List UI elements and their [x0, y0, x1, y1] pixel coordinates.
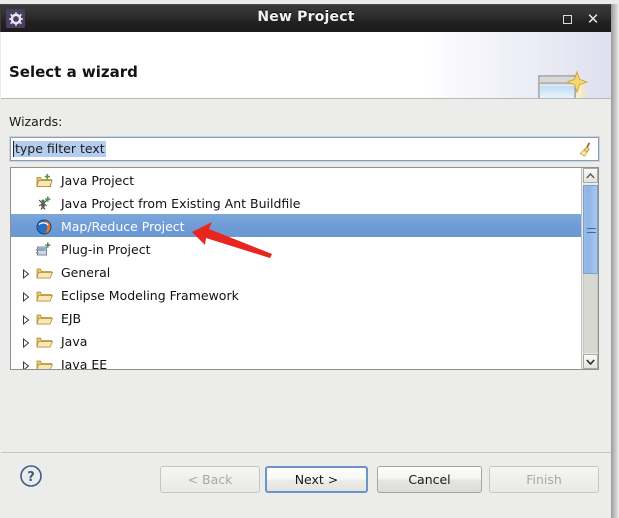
list-item-label: Java Project [60, 173, 135, 188]
list-item[interactable]: Java Project from Existing Ant Buildfile [11, 191, 581, 214]
help-question-icon[interactable]: ? [19, 464, 43, 488]
scrollbar-thumb[interactable] [583, 185, 598, 274]
tree-category-label: Java EE [60, 357, 108, 369]
scroll-up-icon[interactable] [583, 168, 598, 183]
java-project-icon [36, 173, 54, 189]
dialog-body: Wizards: type filter text Java Project J… [1, 99, 611, 452]
close-glyph: ✕ [586, 9, 600, 28]
list-item-selected[interactable]: Map/Reduce Project [11, 214, 581, 237]
folder-icon [36, 334, 54, 350]
filter-input-value: type filter text [14, 141, 106, 157]
chevron-right-icon[interactable] [19, 261, 32, 284]
window-title: New Project [257, 9, 355, 25]
window-drop-shadow [611, 4, 619, 518]
filter-input[interactable]: type filter text [10, 137, 599, 161]
chevron-right-icon[interactable] [19, 330, 32, 353]
list-item-label: Java Project from Existing Ant Buildfile [60, 196, 301, 211]
cancel-button[interactable]: Cancel [377, 466, 482, 493]
map-reduce-icon [36, 219, 54, 235]
broom-icon[interactable] [577, 141, 594, 158]
folder-icon [36, 265, 54, 281]
title-bar[interactable]: New Project ✕ [0, 4, 611, 32]
chevron-right-icon[interactable] [19, 353, 32, 369]
ant-buildfile-icon [36, 196, 54, 212]
list-item[interactable]: Java Project [11, 168, 581, 191]
dialog-footer: ? < Back Next > Cancel Finish [1, 452, 611, 517]
scrollbar-track[interactable] [583, 274, 598, 353]
finish-button[interactable]: Finish [489, 466, 599, 493]
wizard-list[interactable]: Java Project Java Project from Existing … [10, 167, 599, 370]
chevron-right-icon[interactable] [19, 307, 32, 330]
plugin-project-icon [36, 242, 54, 258]
tree-category[interactable]: Java [11, 329, 581, 352]
tree-category[interactable]: General [11, 260, 581, 283]
tree-category-label: Java [60, 334, 88, 349]
tree-category-label: General [60, 265, 111, 280]
wizard-sparkle-icon [531, 68, 593, 98]
page-title: Select a wizard [9, 63, 138, 81]
dialog-header: Select a wizard [1, 32, 611, 99]
next-button[interactable]: Next > [265, 466, 368, 493]
chevron-right-icon[interactable] [19, 284, 32, 307]
list-item[interactable]: Plug-in Project [11, 237, 581, 260]
tree-category[interactable]: EJB [11, 306, 581, 329]
tree-category[interactable]: Java EE [11, 352, 581, 369]
maximize-icon[interactable] [559, 11, 575, 27]
wizard-list-rows: Java Project Java Project from Existing … [11, 168, 581, 369]
svg-text:?: ? [27, 470, 35, 485]
close-icon[interactable]: ✕ [585, 11, 601, 27]
vertical-scrollbar[interactable] [581, 168, 598, 369]
list-item-label: Map/Reduce Project [60, 219, 185, 234]
folder-icon [36, 288, 54, 304]
back-button[interactable]: < Back [160, 466, 260, 493]
tree-category-label: Eclipse Modeling Framework [60, 288, 239, 303]
wizards-label: Wizards: [9, 114, 63, 129]
list-item-label: Plug-in Project [60, 242, 151, 257]
tree-category[interactable]: Eclipse Modeling Framework [11, 283, 581, 306]
scroll-down-icon[interactable] [583, 354, 598, 369]
new-project-dialog: New Project ✕ Select a wizard Wizards: t… [0, 0, 619, 518]
tree-category-label: EJB [60, 311, 82, 326]
folder-icon [36, 357, 54, 369]
folder-icon [36, 311, 54, 327]
